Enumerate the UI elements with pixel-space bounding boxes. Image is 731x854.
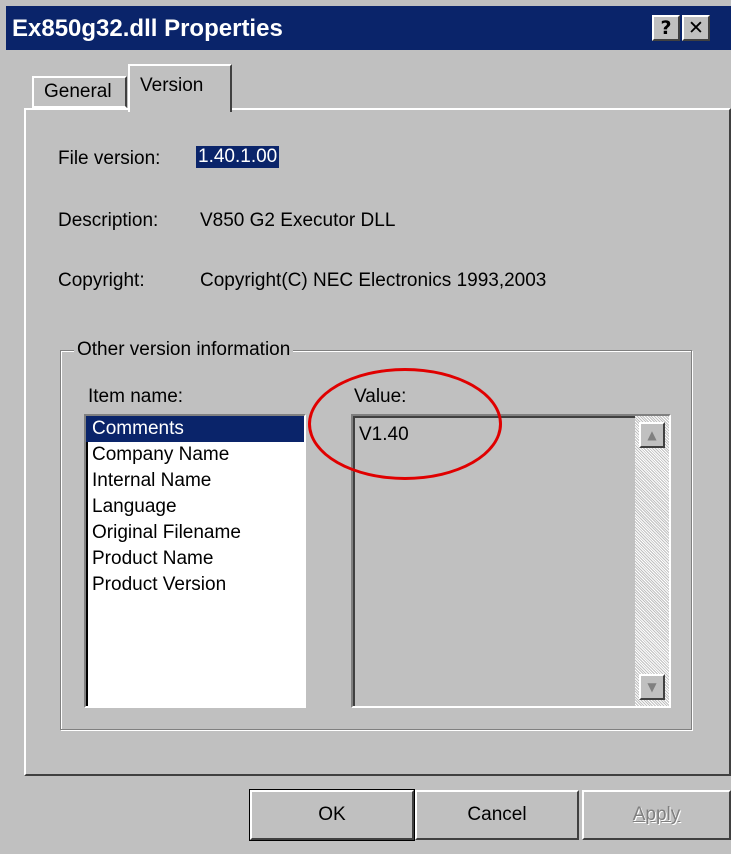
scroll-down-arrow-icon[interactable]: ▼: [639, 674, 665, 700]
cancel-button[interactable]: Cancel: [415, 790, 579, 840]
copyright-value[interactable]: Copyright(C) NEC Electronics 1993,2003: [200, 270, 546, 292]
list-item[interactable]: Language: [86, 494, 304, 520]
scroll-up-arrow-icon[interactable]: ▲: [639, 422, 665, 448]
item-name-list[interactable]: Comments Company Name Internal Name Lang…: [84, 414, 306, 708]
close-button[interactable]: ✕: [682, 15, 710, 41]
list-item[interactable]: Product Version: [86, 572, 304, 598]
value-text: V1.40: [359, 424, 409, 445]
item-name-label: Item name:: [88, 386, 184, 407]
list-item[interactable]: Internal Name: [86, 468, 304, 494]
window-title: Ex850g32.dll Properties: [12, 15, 283, 42]
tab-general[interactable]: General: [32, 76, 127, 108]
tab-version[interactable]: Version: [128, 64, 232, 112]
list-item[interactable]: Company Name: [86, 442, 304, 468]
group-title: Other version information: [74, 339, 294, 361]
ok-button[interactable]: OK: [249, 789, 415, 841]
file-version-label: File version:: [58, 148, 161, 169]
value-scrollbar[interactable]: ▲ ▼: [635, 416, 669, 706]
file-version-value[interactable]: 1.40.1.00: [196, 146, 280, 168]
value-label: Value:: [354, 386, 407, 407]
description-value[interactable]: V850 G2 Executor DLL: [200, 210, 395, 232]
list-item[interactable]: Original Filename: [86, 520, 304, 546]
copyright-label: Copyright:: [58, 270, 145, 291]
apply-button-label: Apply: [632, 804, 681, 825]
properties-dialog: Ex850g32.dll Properties ? ✕ General Vers…: [0, 0, 731, 854]
list-item[interactable]: Product Name: [86, 546, 304, 572]
value-textbox[interactable]: V1.40 ▲ ▼: [351, 414, 671, 708]
description-label: Description:: [58, 210, 159, 231]
title-bar[interactable]: Ex850g32.dll Properties ? ✕: [6, 6, 731, 50]
apply-button[interactable]: Apply: [582, 790, 731, 840]
help-button[interactable]: ?: [652, 15, 680, 41]
list-item[interactable]: Comments: [86, 416, 304, 442]
